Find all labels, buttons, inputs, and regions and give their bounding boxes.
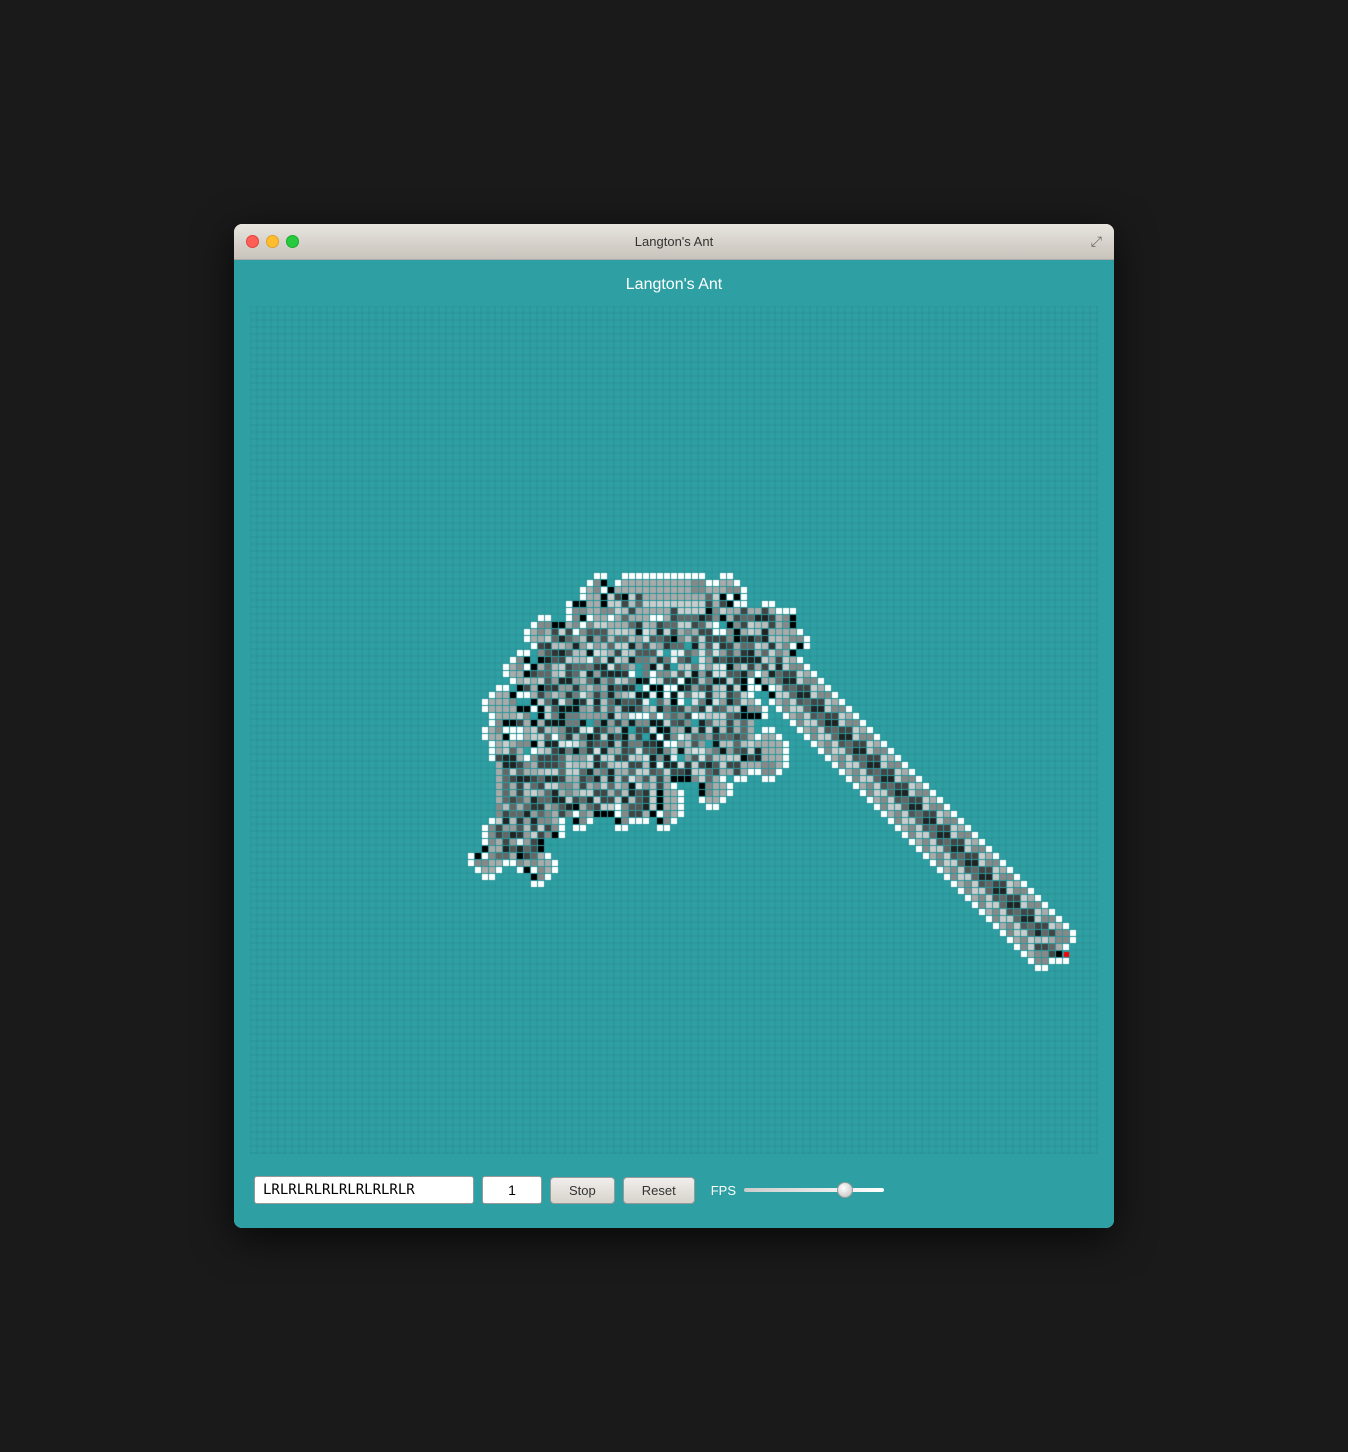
titlebar: Langton's Ant ⤢ bbox=[234, 224, 1114, 260]
minimize-button[interactable] bbox=[266, 235, 279, 248]
rule-input[interactable] bbox=[254, 1176, 474, 1204]
window-title: Langton's Ant bbox=[635, 234, 713, 249]
traffic-lights bbox=[246, 235, 299, 248]
expand-icon[interactable]: ⤢ bbox=[1091, 233, 1102, 250]
simulation-canvas bbox=[250, 306, 1098, 1154]
app-title: Langton's Ant bbox=[250, 276, 1098, 294]
maximize-button[interactable] bbox=[286, 235, 299, 248]
main-content: Langton's Ant Stop Reset FPS bbox=[234, 260, 1114, 1228]
close-button[interactable] bbox=[246, 235, 259, 248]
controls-bar: Stop Reset FPS bbox=[250, 1168, 1098, 1212]
reset-button[interactable]: Reset bbox=[623, 1177, 695, 1204]
step-input[interactable] bbox=[482, 1176, 542, 1204]
application-window: Langton's Ant ⤢ Langton's Ant Stop Reset… bbox=[234, 224, 1114, 1228]
fps-label: FPS bbox=[711, 1183, 736, 1198]
stop-button[interactable]: Stop bbox=[550, 1177, 615, 1204]
fps-slider[interactable] bbox=[744, 1188, 884, 1192]
simulation-canvas-container bbox=[250, 306, 1098, 1154]
